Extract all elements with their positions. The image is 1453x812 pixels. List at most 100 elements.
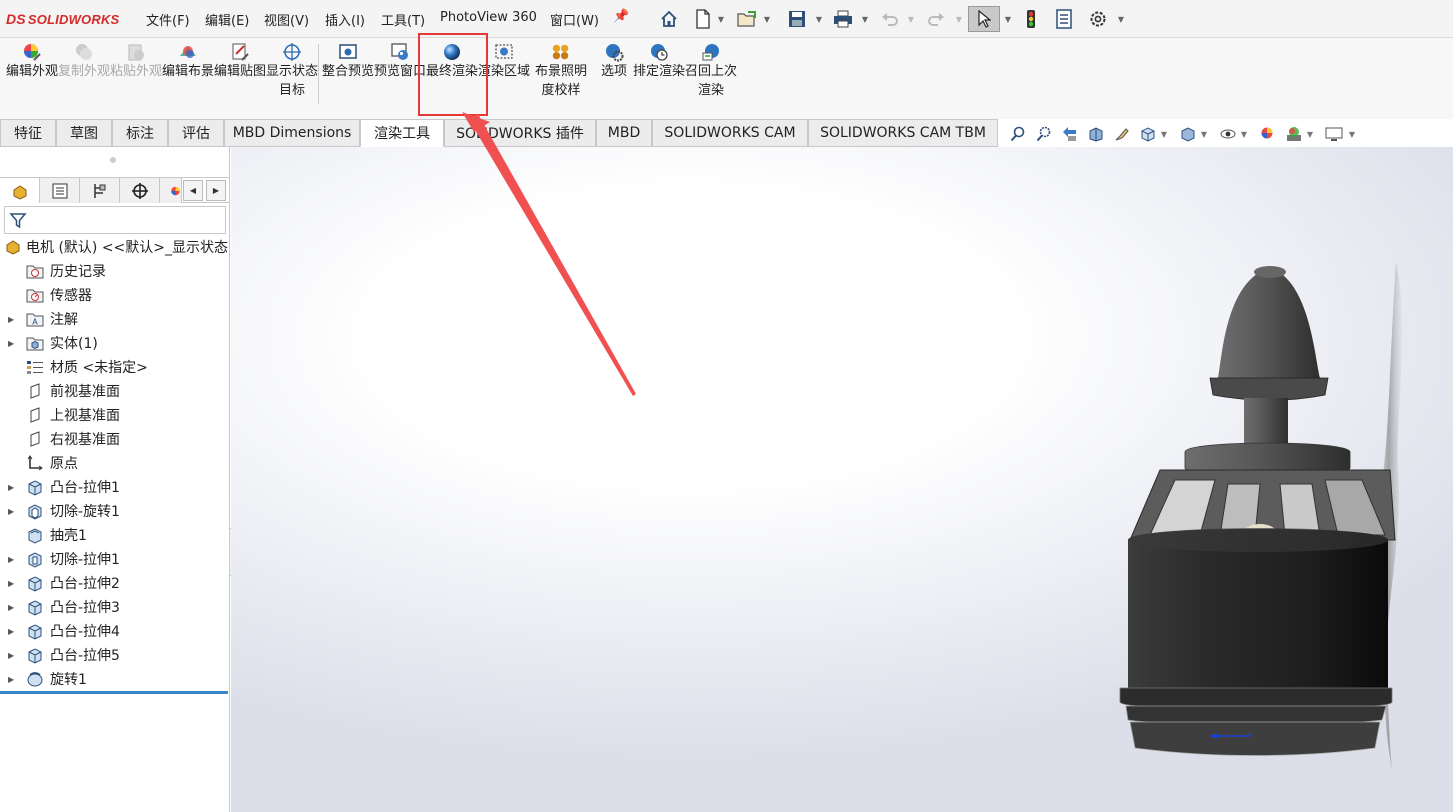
- display-manager-icon: [171, 186, 180, 195]
- paste-appearance-button[interactable]: 粘贴外观: [110, 42, 162, 81]
- tree-filter-box[interactable]: [4, 206, 226, 234]
- hide-show-items-icon[interactable]: [1218, 125, 1238, 143]
- spinner-cone: [1218, 268, 1320, 378]
- edit-scene-label: 编辑布景: [162, 64, 215, 79]
- propertymanager-tab[interactable]: [40, 178, 80, 203]
- save-dropdown-icon[interactable]: ▼: [814, 6, 824, 32]
- expand-arrow-icon[interactable]: ▶: [8, 579, 16, 588]
- dimxpert-tab[interactable]: [120, 178, 160, 203]
- redo-icon[interactable]: [924, 6, 948, 32]
- dynamic-annotation-icon[interactable]: [1112, 125, 1132, 143]
- edit-appearance-button[interactable]: 编辑外观: [6, 42, 58, 81]
- new-document-icon[interactable]: [690, 6, 716, 32]
- display-style-dropdown-icon[interactable]: ▼: [1200, 125, 1208, 143]
- boss-extrude-icon: [25, 477, 45, 497]
- tree-item-label: 传感器: [50, 288, 92, 304]
- select-icon[interactable]: [968, 6, 1000, 32]
- tabs-scroll-right-icon[interactable]: ▶: [206, 180, 226, 201]
- undo-icon[interactable]: [878, 6, 902, 32]
- options-label: 选项: [600, 64, 627, 79]
- expand-arrow-icon[interactable]: ▶: [8, 627, 16, 636]
- undo-dropdown-icon[interactable]: ▼: [906, 6, 916, 32]
- tabs-scroll-left-icon[interactable]: ◀: [183, 180, 203, 201]
- view-orientation-dropdown-icon[interactable]: ▼: [1160, 125, 1168, 143]
- menu-photoview[interactable]: PhotoView 360: [440, 10, 537, 25]
- expand-arrow-icon[interactable]: ▶: [8, 315, 16, 324]
- menu-insert[interactable]: 插入(I): [325, 10, 365, 29]
- options-gear-icon[interactable]: [1086, 6, 1110, 32]
- edit-scene-button[interactable]: 编辑布景: [162, 42, 214, 81]
- home-icon[interactable]: [656, 6, 682, 32]
- tab-mbd-dimensions[interactable]: MBD Dimensions: [224, 119, 360, 147]
- apply-scene-icon[interactable]: [1284, 125, 1304, 143]
- menu-window[interactable]: 窗口(W): [550, 10, 599, 29]
- redo-dropdown-icon[interactable]: ▼: [954, 6, 964, 32]
- tab-solidworks-addins[interactable]: SOLIDWORKS 插件: [444, 119, 596, 147]
- tree-root-part[interactable]: 电机 (默认) <<默认>_显示状态: [4, 237, 230, 257]
- open-dropdown-icon[interactable]: ▼: [762, 6, 772, 32]
- tab-markup[interactable]: 标注: [112, 119, 168, 147]
- rollback-bar[interactable]: [0, 691, 228, 694]
- view-settings-icon[interactable]: [1324, 125, 1344, 143]
- schedule-render-button[interactable]: 排定渲染: [633, 42, 685, 81]
- select-dropdown-icon[interactable]: ▼: [1003, 6, 1013, 32]
- tab-mbd[interactable]: MBD: [596, 119, 652, 147]
- tab-solidworks-cam[interactable]: SOLIDWORKS CAM: [652, 119, 808, 147]
- save-icon[interactable]: [784, 6, 810, 32]
- apply-scene-dropdown-icon[interactable]: ▼: [1306, 125, 1314, 143]
- new-dropdown-icon[interactable]: ▼: [716, 6, 726, 32]
- display-state-target-label: 显示状态目标: [266, 64, 319, 98]
- options-button[interactable]: 选项: [590, 42, 638, 81]
- featuremanager-tab[interactable]: [0, 178, 40, 203]
- recall-last-render-button[interactable]: 召回上次渲染: [685, 42, 737, 100]
- options-dropdown-icon[interactable]: ▼: [1116, 6, 1126, 32]
- scene-illumination-proof-button[interactable]: 布景照明度校样: [530, 42, 592, 100]
- tab-evaluate[interactable]: 评估: [168, 119, 224, 147]
- print-dropdown-icon[interactable]: ▼: [860, 6, 870, 32]
- pin-icon[interactable]: 📌: [613, 9, 629, 24]
- integrated-preview-button[interactable]: 整合预览: [322, 42, 374, 81]
- display-state-target-button[interactable]: 显示状态目标: [266, 42, 318, 100]
- display-manager-tab[interactable]: [160, 178, 182, 203]
- expand-arrow-icon[interactable]: ▶: [8, 555, 16, 564]
- expand-arrow-icon[interactable]: ▶: [8, 675, 16, 684]
- boss-extrude-icon: [25, 573, 45, 593]
- edit-decal-button[interactable]: 编辑贴图: [214, 42, 266, 81]
- expand-arrow-icon[interactable]: ▶: [8, 339, 16, 348]
- plane-icon: [25, 381, 45, 401]
- file-properties-icon[interactable]: [1052, 6, 1076, 32]
- expand-arrow-icon[interactable]: ▶: [8, 651, 16, 660]
- view-orientation-icon[interactable]: [1138, 125, 1158, 143]
- graphics-viewport[interactable]: *: [231, 147, 1453, 812]
- hide-show-dropdown-icon[interactable]: ▼: [1240, 125, 1248, 143]
- revolve-icon: [25, 669, 45, 689]
- solidworks-logo[interactable]: DS SOLIDWORKS: [6, 9, 119, 29]
- expand-arrow-icon[interactable]: ▶: [8, 483, 16, 492]
- section-view-icon[interactable]: [1086, 125, 1106, 143]
- display-style-icon[interactable]: [1178, 125, 1198, 143]
- configurationmanager-tab[interactable]: [80, 178, 120, 203]
- view-edit-appearance-icon[interactable]: [1258, 125, 1278, 143]
- view-settings-dropdown-icon[interactable]: ▼: [1348, 125, 1356, 143]
- menu-tools[interactable]: 工具(T): [381, 10, 425, 29]
- tab-features[interactable]: 特征: [0, 119, 56, 147]
- tab-sketch[interactable]: 草图: [56, 119, 112, 147]
- panel-grip-icon[interactable]: [110, 157, 116, 163]
- copy-appearance-button[interactable]: 复制外观: [58, 42, 110, 81]
- zoom-to-fit-icon[interactable]: [1008, 125, 1028, 143]
- traffic-light-icon[interactable]: [1020, 6, 1042, 32]
- bell-rim: [1128, 528, 1388, 552]
- menu-view[interactable]: 视图(V): [264, 10, 309, 29]
- expand-arrow-icon[interactable]: ▶: [8, 507, 16, 516]
- dimxpert-icon: [131, 182, 148, 199]
- zoom-area-icon[interactable]: [1034, 125, 1054, 143]
- open-icon[interactable]: [734, 6, 760, 32]
- tab-solidworks-cam-tbm[interactable]: SOLIDWORKS CAM TBM: [808, 119, 998, 147]
- menu-file[interactable]: 文件(F): [146, 10, 190, 29]
- previous-view-icon[interactable]: [1060, 125, 1080, 143]
- tree-root-label: 电机 (默认) <<默认>_显示状态: [26, 240, 229, 256]
- print-icon[interactable]: [830, 6, 856, 32]
- expand-arrow-icon[interactable]: ▶: [8, 603, 16, 612]
- menu-edit[interactable]: 编辑(E): [205, 10, 249, 29]
- tab-render-tools[interactable]: 渲染工具: [360, 119, 444, 147]
